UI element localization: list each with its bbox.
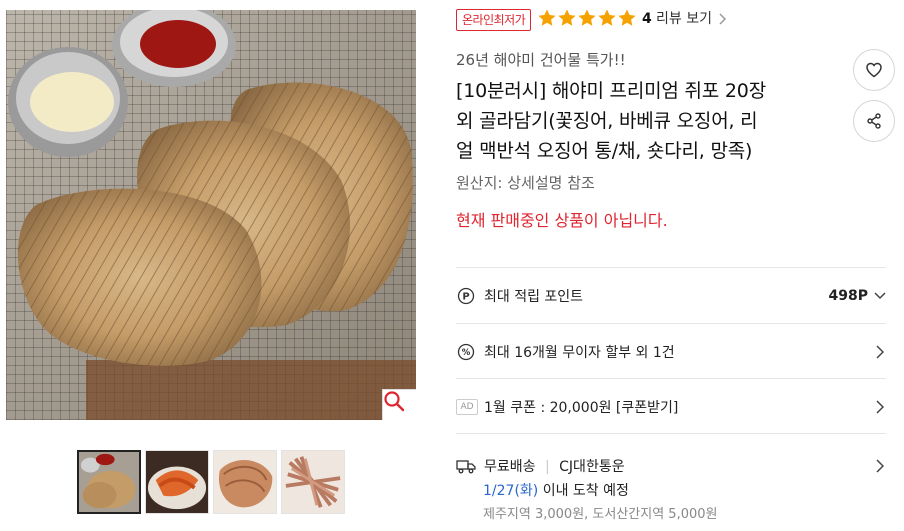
origin-info: 원산지: 상세설명 참조: [456, 174, 595, 192]
divider: [456, 378, 886, 379]
installment-row[interactable]: % 최대 16개월 무이자 할부 외 1건: [456, 340, 886, 364]
chevron-right-icon: [874, 399, 886, 415]
review-count: 4: [642, 11, 652, 27]
zoom-button[interactable]: [382, 389, 416, 420]
star-icon: [558, 9, 576, 26]
delivery-carrier: CJ대한통운: [559, 459, 625, 475]
star-icon: [618, 9, 636, 26]
sale-status: 현재 판매중인 상품이 아닙니다.: [456, 211, 668, 230]
coupon-row[interactable]: AD 1월 쿠폰 : 20,000원 [쿠폰받기]: [456, 395, 886, 419]
product-title-line: 얼 맥반석 오징어 통/채, 숏다리, 망족): [456, 140, 753, 162]
divider: [456, 267, 886, 268]
product-subtitle: 26년 해야미 건어물 특가!!: [456, 51, 626, 69]
star-icon: [578, 9, 596, 26]
star-icon: [538, 9, 556, 26]
delivery-date-suffix: 이내 도착 예정: [538, 483, 629, 499]
thumbnail-4[interactable]: [281, 450, 345, 514]
delivery-estimate: 1/27(화) 이내 도착 예정: [483, 481, 629, 501]
svg-text:P: P: [462, 292, 469, 303]
percent-icon: %: [456, 342, 476, 362]
delivery-row[interactable]: 무료배송 | CJ대한통운: [456, 454, 886, 478]
product-title-line: 외 골라담기(꽃징어, 바베큐 오징어, 리: [456, 110, 758, 132]
installment-label: 최대 16개월 무이자 할부 외 1건: [484, 345, 675, 361]
divider: [456, 433, 886, 434]
review-link-label: 리뷰 보기: [656, 11, 712, 27]
point-icon: P: [456, 286, 476, 306]
divider: [456, 323, 886, 324]
delivery-type: 무료배송: [484, 459, 536, 475]
truck-icon: [456, 456, 476, 476]
thumbnail-2[interactable]: [145, 450, 209, 514]
coupon-label: 1월 쿠폰 : 20,000원 [쿠폰받기]: [484, 400, 679, 416]
search-icon: [384, 391, 405, 412]
svg-text:%: %: [462, 348, 471, 358]
separator: |: [544, 459, 550, 475]
lowest-price-badge: 온라인최저가: [456, 9, 532, 31]
chevron-down-icon: [874, 288, 886, 304]
thumbnail-1[interactable]: [77, 450, 141, 514]
thumbnail-3[interactable]: [213, 450, 277, 514]
chevron-right-icon: [874, 458, 886, 474]
star-icon: [598, 9, 616, 26]
product-main-image[interactable]: [6, 10, 416, 420]
product-title-line: [10분러시] 해야미 프리미엄 쥐포 20장: [456, 80, 766, 102]
delivery-fee-note: 제주지역 3,000원, 도서산간지역 5,000원: [483, 507, 718, 522]
share-icon: [867, 113, 881, 129]
points-label: 최대 적립 포인트: [484, 289, 584, 305]
thumbnail-strip: [77, 450, 345, 514]
ad-tag: AD: [456, 399, 478, 415]
heart-icon: [866, 62, 882, 78]
rating-stars: [537, 8, 637, 28]
delivery-info: 무료배송 | CJ대한통운: [484, 456, 874, 476]
points-value: 498P: [828, 288, 868, 304]
share-button[interactable]: [853, 100, 895, 142]
product-title: [10분러시] 해야미 프리미엄 쥐포 20장 외 골라담기(꽃징어, 바베큐 …: [456, 76, 846, 166]
review-link[interactable]: 리뷰 보기: [656, 9, 726, 29]
points-row[interactable]: P 최대 적립 포인트 498P: [456, 284, 886, 308]
chevron-right-icon: [874, 344, 886, 360]
chevron-right-icon: [719, 13, 726, 25]
like-button[interactable]: [853, 49, 895, 91]
delivery-date: 1/27(화): [483, 483, 539, 499]
